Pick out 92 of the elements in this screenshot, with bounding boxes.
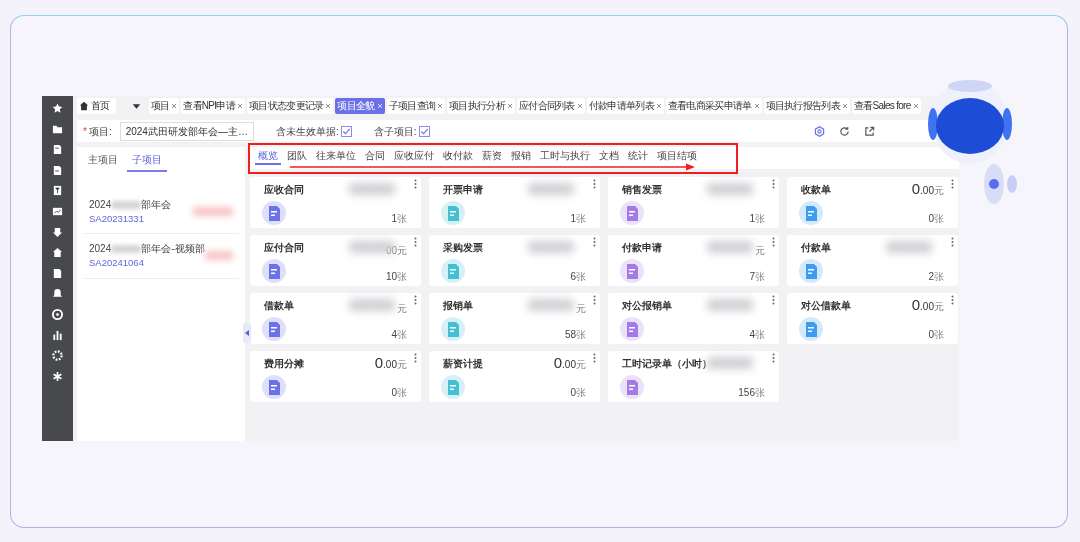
- card-title: 对公报销单: [622, 299, 672, 312]
- document-count: 1张: [391, 212, 407, 225]
- amount: 0.00元: [911, 297, 944, 315]
- summary-card[interactable]: 报销单 元 58张: [429, 293, 600, 344]
- summary-card[interactable]: 付款申请 元 7张: [608, 235, 779, 286]
- card-title: 薪资计提: [443, 357, 483, 370]
- tab[interactable]: 往来单位: [313, 147, 359, 165]
- tab[interactable]: 子项目查询: [386, 98, 446, 114]
- required-mark: *: [83, 124, 87, 139]
- document-count: 0张: [928, 212, 944, 225]
- tab[interactable]: 查看Sales fore: [851, 98, 921, 114]
- project-name: 2024: [89, 242, 112, 257]
- card-title: 付款单: [801, 241, 831, 254]
- document-count: 4张: [749, 328, 765, 341]
- card-title: 报销单: [443, 299, 473, 312]
- tab[interactable]: 查看电商采买申请单: [665, 98, 762, 114]
- card-title: 采购发票: [443, 241, 483, 254]
- tab[interactable]: 项目结项: [654, 147, 700, 165]
- project-name: 部年会: [141, 198, 172, 212]
- summary-card[interactable]: 对公借款单 0.00元 0张: [787, 293, 958, 344]
- document-count: 4张: [391, 328, 407, 341]
- tab[interactable]: 文档: [596, 147, 622, 165]
- summary-card[interactable]: 薪资计提 0.00元 0张: [429, 351, 600, 402]
- card-title: 借款单: [264, 299, 294, 312]
- document-count: 7张: [749, 270, 765, 283]
- tab[interactable]: 概览: [255, 147, 281, 165]
- tab[interactable]: 首页: [77, 98, 116, 114]
- summary-card[interactable]: 借款单 元 4张: [250, 293, 421, 344]
- project-item[interactable]: 2024 部年会 SA20231331: [83, 190, 239, 235]
- summary-card[interactable]: 应收合同 1张: [250, 177, 421, 228]
- project-select[interactable]: 2024武田研发部年会—主…: [119, 121, 254, 141]
- summary-card[interactable]: 费用分摊 0.00元 0张: [250, 351, 421, 402]
- tab[interactable]: 工时与执行: [537, 147, 593, 165]
- project-name: 2024: [89, 198, 112, 212]
- amount: 0.00元: [911, 181, 944, 199]
- card-title: 开票申请: [443, 183, 483, 196]
- tab[interactable]: 应付合同列表: [516, 98, 585, 114]
- tab[interactable]: 项目: [148, 98, 180, 114]
- tab[interactable]: 项目全貌: [335, 98, 385, 114]
- tab[interactable]: 应收应付: [391, 147, 437, 165]
- tab[interactable]: 子项目: [127, 151, 167, 172]
- document-count: 0张: [570, 386, 586, 399]
- summary-card[interactable]: 对公报销单 4张: [608, 293, 779, 344]
- document-count: 10张: [385, 270, 407, 283]
- checkbox-label: 含子项目:: [373, 124, 417, 139]
- tab[interactable]: 薪资: [479, 147, 505, 165]
- project-code: SA20231331: [89, 212, 145, 226]
- document-count: 2张: [928, 270, 944, 283]
- tab[interactable]: 项目状态变更记录: [247, 98, 334, 114]
- tab[interactable]: 团队: [284, 147, 310, 165]
- summary-card[interactable]: 采购发票 6张: [429, 235, 600, 286]
- project-name: 部年会-视频部: [141, 242, 205, 257]
- card-title: 工时记录单（小时）: [622, 357, 712, 370]
- checkbox-label: 含未生效单据:: [275, 124, 339, 139]
- amount: 元: [576, 302, 586, 316]
- amount: 0.00元: [374, 355, 407, 373]
- summary-card[interactable]: 收款单 0.00元 0张: [787, 177, 958, 228]
- summary-card[interactable]: 应付合同 00元 10张: [250, 235, 421, 286]
- amount: 元: [397, 302, 407, 316]
- card-title: 费用分摊: [264, 357, 304, 370]
- tab[interactable]: 项目执行分析: [447, 98, 515, 114]
- tab[interactable]: 收付款: [440, 147, 476, 165]
- project-item[interactable]: 2024 部年会-视频部 SA20241064: [83, 234, 239, 279]
- tab[interactable]: 统计: [625, 147, 651, 165]
- summary-card[interactable]: 销售发票 1张: [608, 177, 779, 228]
- tab[interactable]: 项目执行报告列表: [763, 98, 850, 114]
- tab[interactable]: 报销: [508, 147, 534, 165]
- document-count: 1张: [570, 212, 586, 225]
- document-count: 6张: [570, 270, 586, 283]
- card-title: 收款单: [801, 183, 831, 196]
- document-count: 0张: [928, 328, 944, 341]
- card-title: 付款申请: [622, 241, 662, 254]
- field-label: 项目:: [88, 124, 112, 139]
- tab[interactable]: 主项目: [83, 151, 123, 172]
- card-title: 应付合同: [264, 241, 304, 254]
- amount: 0.00元: [553, 355, 586, 373]
- tab[interactable]: 付款申请单列表: [586, 98, 664, 114]
- summary-card[interactable]: 付款单 2张: [787, 235, 958, 286]
- document-count: 156张: [738, 386, 765, 399]
- document-count: 58张: [564, 328, 586, 341]
- summary-card[interactable]: 开票申请 1张: [429, 177, 600, 228]
- project-code: SA20241064: [89, 256, 145, 271]
- card-title: 对公借款单: [801, 299, 851, 312]
- card-title: 销售发票: [622, 183, 662, 196]
- document-count: 0张: [391, 386, 407, 399]
- card-title: 应收合同: [264, 183, 304, 196]
- amount: 00元: [385, 244, 407, 258]
- summary-card[interactable]: 工时记录单（小时） 156张: [608, 351, 779, 402]
- document-count: 1张: [749, 212, 765, 225]
- tab[interactable]: 合同: [362, 147, 388, 165]
- tab[interactable]: 查看NPI申请: [181, 98, 245, 114]
- amount: 元: [755, 244, 765, 258]
